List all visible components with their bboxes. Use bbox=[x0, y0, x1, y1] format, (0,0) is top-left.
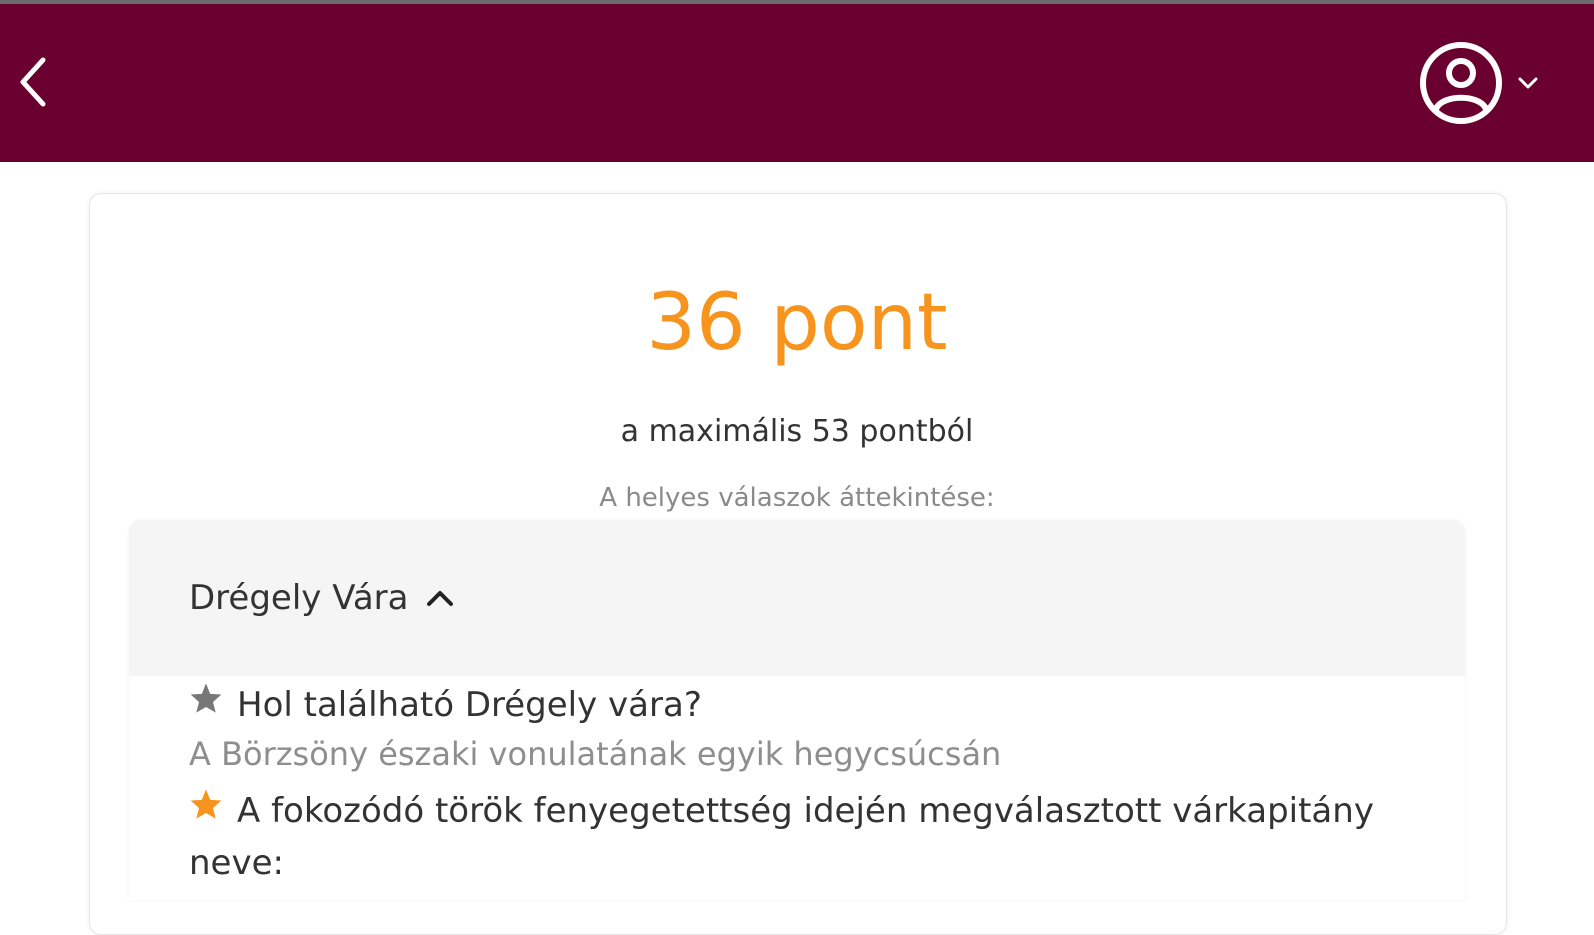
qa-item: Hol található Drégely vára? A Börzsöny é… bbox=[189, 680, 1389, 776]
star-icon bbox=[190, 682, 222, 713]
question-text: Hol található Drégely vára? bbox=[237, 685, 702, 725]
chevron-down-icon bbox=[1518, 77, 1538, 89]
accordion-header[interactable]: Drégely Vára bbox=[129, 520, 1465, 676]
question-text: A fokozódó török fenyegetettség idején m… bbox=[189, 791, 1374, 883]
accordion-title: Drégely Vára bbox=[189, 578, 409, 618]
max-score-text: a maximális 53 pontból bbox=[620, 414, 974, 449]
user-circle-icon bbox=[1420, 42, 1502, 124]
quiz-accordion: Drégely Vára Hol található Drégely vára?… bbox=[129, 520, 1465, 900]
answer-text: A Börzsöny északi vonulatának egyik hegy… bbox=[189, 734, 1002, 773]
back-button[interactable] bbox=[8, 50, 58, 114]
qa-item: A fokozódó török fenyegetettség idején m… bbox=[189, 786, 1389, 888]
score-value: 36 pont bbox=[646, 278, 948, 368]
star-icon bbox=[190, 788, 222, 819]
user-menu-button[interactable] bbox=[1418, 38, 1558, 128]
chevron-up-icon bbox=[427, 591, 454, 606]
app-header bbox=[0, 4, 1594, 162]
chevron-left-icon bbox=[20, 57, 46, 107]
review-label: A helyes válaszok áttekintése: bbox=[599, 483, 995, 513]
